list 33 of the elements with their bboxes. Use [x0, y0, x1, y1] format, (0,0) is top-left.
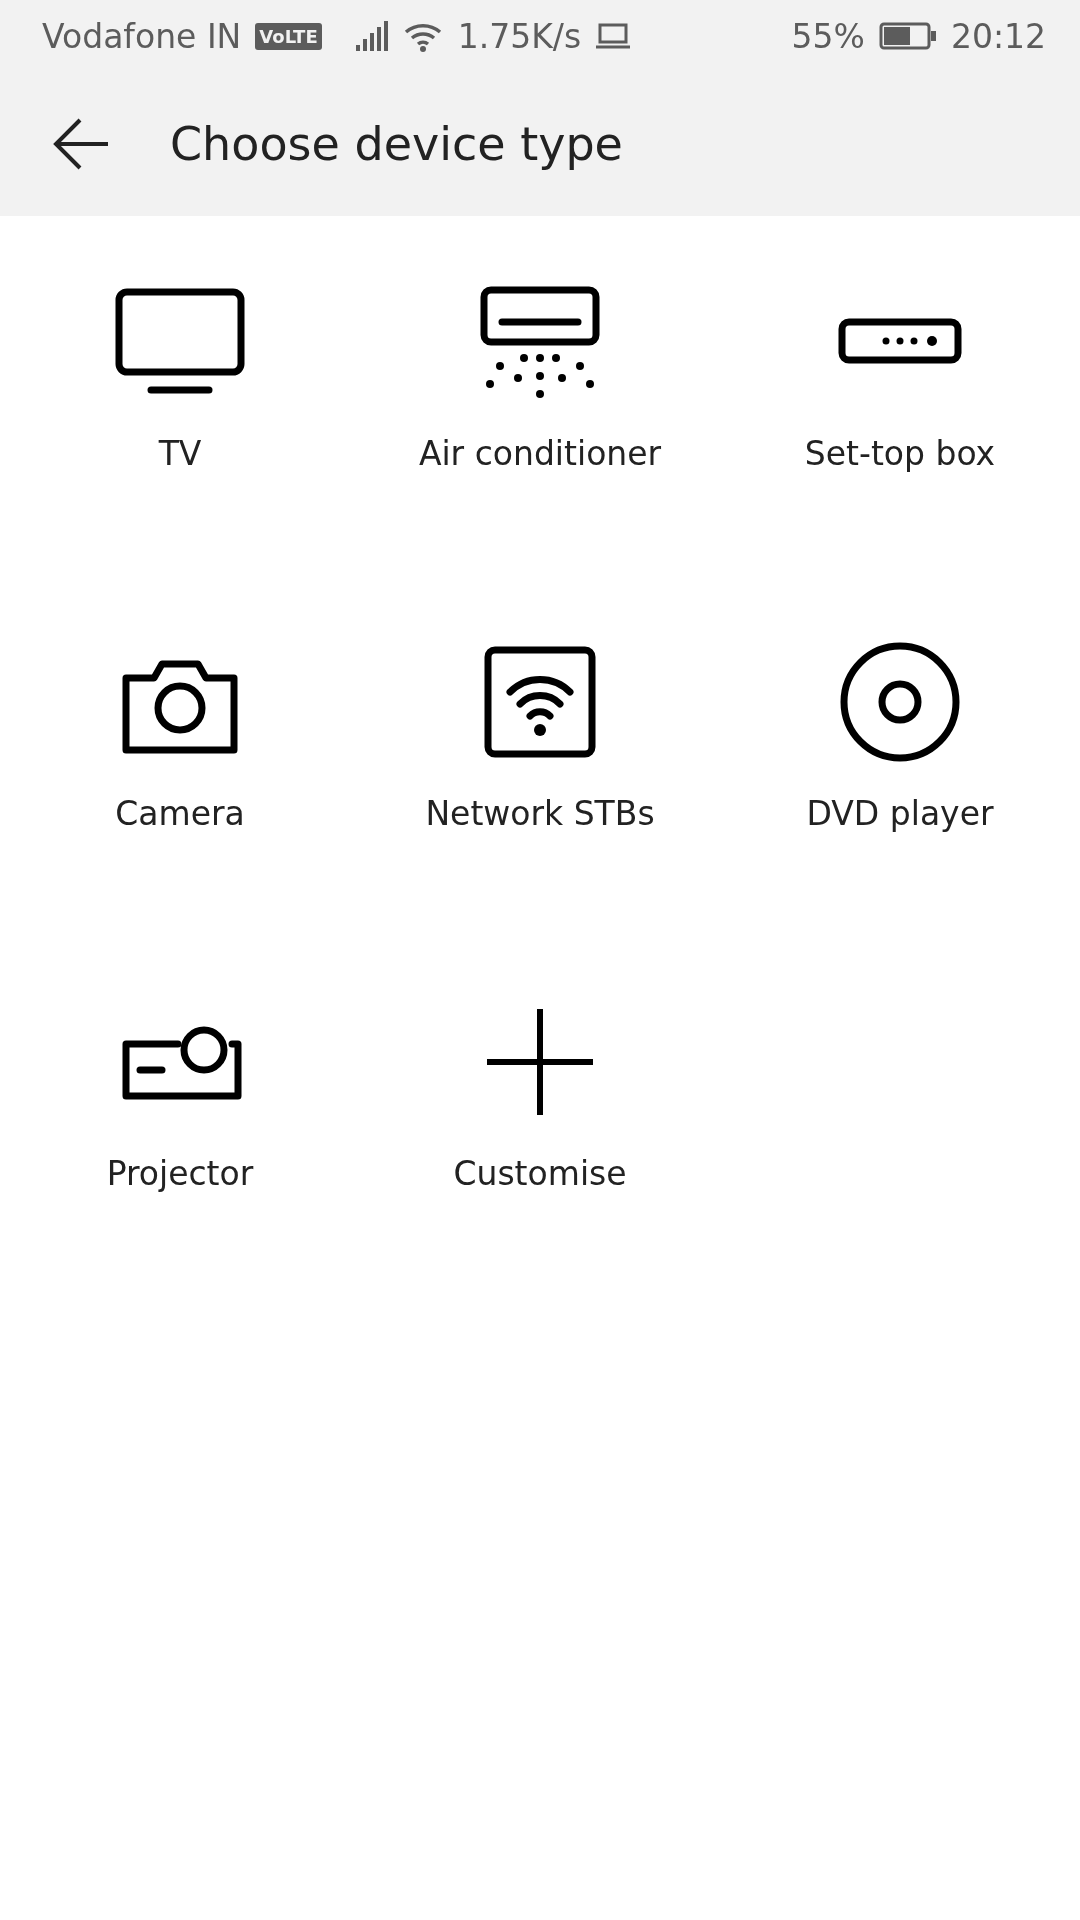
wifi-box-icon — [484, 646, 596, 758]
device-type-option[interactable]: Air conditioner — [360, 216, 720, 576]
air-conditioner-icon — [478, 286, 602, 398]
device-type-option[interactable]: DVD player — [720, 576, 1080, 936]
network-speed: 1.75K/s — [457, 16, 582, 56]
battery-icon — [878, 22, 937, 50]
device-type-label: Network STBs — [425, 794, 655, 833]
device-type-option[interactable]: Set-top box — [720, 216, 1080, 576]
disc-icon — [838, 640, 962, 764]
device-type-label: TV — [158, 434, 202, 473]
carrier-name: Vodafone IN — [42, 16, 242, 56]
device-type-option[interactable]: TV — [0, 216, 360, 576]
laptop-icon — [595, 23, 632, 49]
back-arrow-icon — [52, 117, 110, 171]
back-button[interactable] — [52, 117, 110, 171]
volte-badge: VoLTE — [255, 22, 322, 50]
device-type-label: Air conditioner — [418, 434, 662, 473]
device-type-label: Projector — [106, 1154, 254, 1193]
plus-icon — [484, 1006, 596, 1118]
device-type-label: DVD player — [806, 794, 994, 833]
device-type-option[interactable]: Camera — [0, 576, 360, 936]
device-type-option[interactable]: Customise — [360, 936, 720, 1296]
page-title: Choose device type — [170, 117, 623, 171]
set-top-box-icon — [838, 318, 962, 366]
device-type-label: Set-top box — [804, 434, 996, 473]
device-type-option[interactable]: Projector — [0, 936, 360, 1296]
device-type-option[interactable]: Network STBs — [360, 576, 720, 936]
device-type-label: Customise — [453, 1154, 627, 1193]
battery-percent: 55% — [791, 16, 865, 56]
clock: 20:12 — [950, 16, 1046, 56]
device-type-label: Camera — [115, 794, 245, 833]
signal-icon — [355, 21, 390, 51]
tv-icon — [115, 288, 245, 396]
